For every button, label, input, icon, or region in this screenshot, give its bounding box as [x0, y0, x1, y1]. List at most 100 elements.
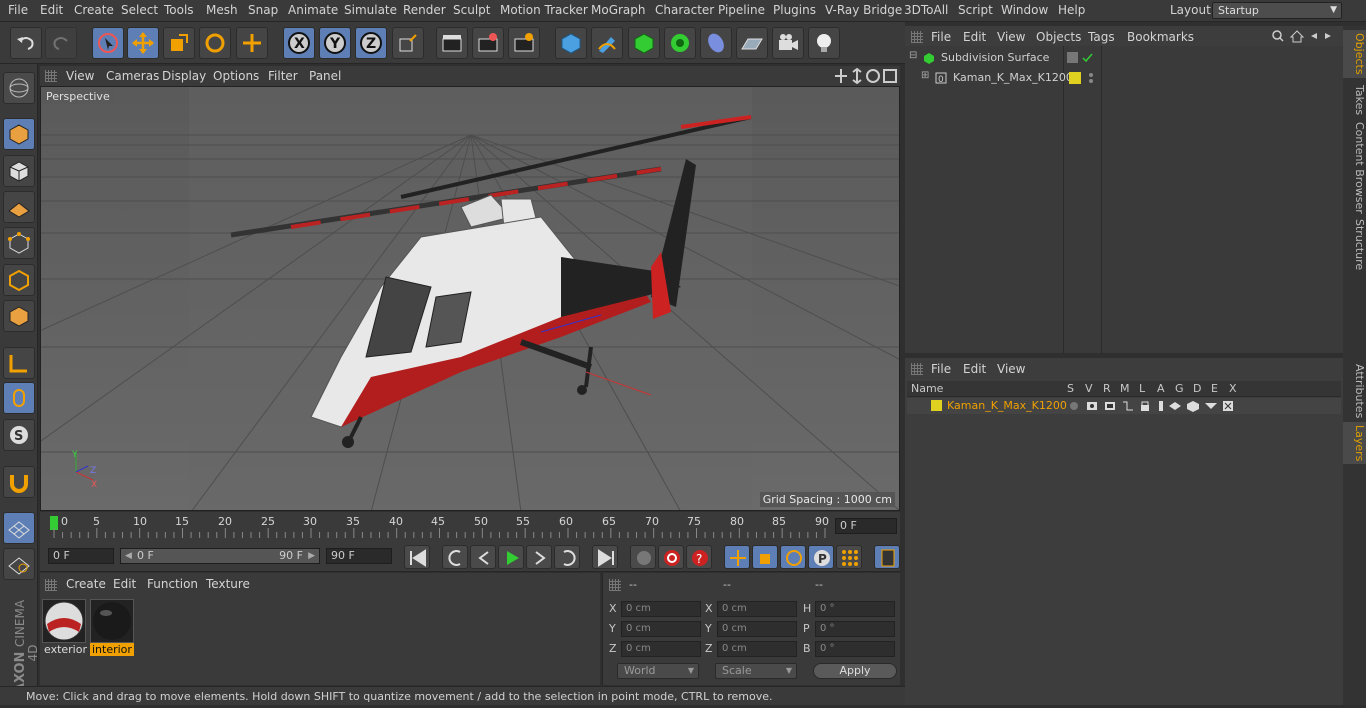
col-generators[interactable]: G	[1175, 382, 1184, 395]
layer-menu-edit[interactable]: Edit	[963, 362, 986, 376]
coord-mode-select[interactable]: World ▼	[617, 663, 699, 679]
col-locked[interactable]: L	[1139, 382, 1145, 395]
pos-z-field[interactable]: 0 cm	[621, 641, 701, 657]
motion-record-button[interactable]	[630, 545, 656, 569]
deformer-button[interactable]	[700, 27, 732, 59]
col-animation[interactable]: A	[1157, 382, 1165, 395]
expand-icon[interactable]: ⊞	[921, 70, 929, 81]
col-view[interactable]: V	[1085, 382, 1093, 395]
vp-menu-cameras[interactable]: Cameras	[106, 69, 159, 83]
x-axis-button[interactable]: X	[283, 27, 315, 59]
layer-flag-icons[interactable]	[1069, 400, 1249, 412]
points-mode-button[interactable]	[3, 227, 35, 259]
tab-takes[interactable]: Takes	[1343, 82, 1366, 118]
menu-file[interactable]: File	[8, 3, 28, 17]
obj-menu-view[interactable]: View	[997, 30, 1025, 44]
start-frame-field[interactable]: 0 F	[48, 548, 114, 564]
tab-content-browser[interactable]: Content Browser	[1343, 122, 1366, 214]
vp-menu-options[interactable]: Options	[213, 69, 259, 83]
next-frame-button[interactable]	[526, 545, 552, 569]
collapse-icon[interactable]: ⊟	[909, 50, 917, 61]
current-frame-field[interactable]: 0 F	[835, 518, 897, 534]
timeline-ruler[interactable]: 0 5 10 15 20 25 30 35 40 45 50 55 60 65 …	[40, 512, 900, 542]
material-interior-swatch[interactable]	[90, 599, 134, 643]
viewport-nav-icons[interactable]	[835, 68, 899, 84]
go-to-end-button[interactable]	[592, 545, 618, 569]
menu-snap[interactable]: Snap	[248, 3, 278, 17]
y-axis-button[interactable]: Y	[319, 27, 351, 59]
menu-vray-bridge[interactable]: V-Ray Bridge	[825, 3, 902, 17]
mat-menu-function[interactable]: Function	[147, 577, 198, 591]
menu-plugins[interactable]: Plugins	[773, 3, 816, 17]
col-name[interactable]: Name	[911, 382, 943, 395]
undo-button[interactable]	[10, 27, 42, 59]
key-position-button[interactable]	[724, 545, 750, 569]
tree-row[interactable]: ⊞ 0 Kaman_K_Max_K1200	[909, 70, 1339, 88]
pos-x-field[interactable]: 0 cm	[621, 601, 701, 617]
tab-objects[interactable]: Objects	[1343, 30, 1366, 78]
size-x-field[interactable]: 0 cm	[717, 601, 797, 617]
col-xref[interactable]: X	[1229, 382, 1237, 395]
menu-create[interactable]: Create	[74, 3, 114, 17]
key-parameter-button[interactable]: P	[808, 545, 834, 569]
menu-animate[interactable]: Animate	[288, 3, 338, 17]
col-deformers[interactable]: D	[1193, 382, 1201, 395]
layer-menu-view[interactable]: View	[997, 362, 1025, 376]
obj-menu-tags[interactable]: Tags	[1088, 30, 1115, 44]
camera-button[interactable]	[772, 27, 804, 59]
workplane-button[interactable]	[3, 191, 35, 223]
render-view-button[interactable]	[436, 27, 468, 59]
cube-button[interactable]	[555, 27, 587, 59]
menu-window[interactable]: Window	[1001, 3, 1048, 17]
size-y-field[interactable]: 0 cm	[717, 621, 797, 637]
snap-button[interactable]	[3, 466, 35, 498]
layer-menu-file[interactable]: File	[931, 362, 951, 376]
coord-scale-select[interactable]: Scale ▼	[715, 663, 797, 679]
layer-color-swatch[interactable]	[931, 400, 942, 411]
grip-icon[interactable]	[609, 579, 621, 591]
grid-lock-button[interactable]	[3, 512, 35, 544]
col-expressions[interactable]: E	[1211, 382, 1218, 395]
layer-row[interactable]: Kaman_K_Max_K1200	[907, 398, 1341, 414]
mat-menu-edit[interactable]: Edit	[113, 577, 136, 591]
obj-menu-bookmarks[interactable]: Bookmarks	[1127, 30, 1194, 44]
workplane-lock-button[interactable]	[3, 548, 35, 580]
pen-button[interactable]	[591, 27, 623, 59]
polygons-mode-button[interactable]	[3, 300, 35, 332]
apply-button[interactable]: Apply	[813, 663, 897, 679]
grip-icon[interactable]	[45, 579, 57, 591]
tab-attributes[interactable]: Attributes	[1343, 362, 1366, 420]
rot-h-field[interactable]: 0 °	[815, 601, 895, 617]
vp-menu-filter[interactable]: Filter	[268, 69, 298, 83]
solo-button[interactable]: S	[3, 419, 35, 451]
autokey-button[interactable]: ?	[686, 545, 712, 569]
menu-pipeline[interactable]: Pipeline	[718, 3, 765, 17]
vp-menu-panel[interactable]: Panel	[309, 69, 341, 83]
menu-motion-tracker[interactable]: Motion Tracker	[500, 3, 588, 17]
layout-select[interactable]: Startup ▼	[1212, 2, 1342, 19]
layer-color-swatch[interactable]	[1069, 72, 1081, 84]
menu-mograph[interactable]: MoGraph	[591, 3, 646, 17]
key-pla-button[interactable]	[836, 545, 862, 569]
mat-menu-create[interactable]: Create	[66, 577, 106, 591]
menu-3dtoall[interactable]: 3DToAll	[904, 3, 948, 17]
size-z-field[interactable]: 0 cm	[717, 641, 797, 657]
grip-icon[interactable]	[911, 31, 923, 43]
object-flags[interactable]	[1067, 52, 1099, 64]
scale-tool-button[interactable]	[163, 27, 195, 59]
coordinate-system-button[interactable]	[392, 27, 424, 59]
end-frame-field[interactable]: 90 F	[326, 548, 392, 564]
timeline-button[interactable]	[874, 545, 900, 569]
move-tool-button[interactable]	[127, 27, 159, 59]
model-mode-button[interactable]	[3, 118, 35, 150]
grip-icon[interactable]	[45, 70, 57, 82]
material-exterior-swatch[interactable]	[42, 599, 86, 643]
next-key-button[interactable]	[554, 545, 580, 569]
light-button[interactable]	[808, 27, 840, 59]
edges-mode-button[interactable]	[3, 264, 35, 296]
menu-sculpt[interactable]: Sculpt	[453, 3, 490, 17]
menu-render[interactable]: Render	[403, 3, 446, 17]
grip-icon[interactable]	[911, 363, 923, 375]
redo-button[interactable]	[45, 27, 77, 59]
key-scale-button[interactable]	[752, 545, 778, 569]
